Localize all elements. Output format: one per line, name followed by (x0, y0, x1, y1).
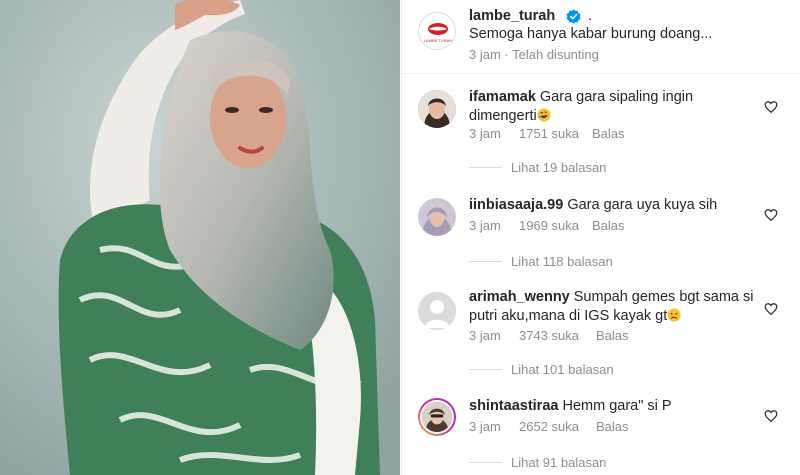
like-heart-icon[interactable] (764, 208, 778, 222)
verified-badge-icon (566, 9, 581, 24)
comment-body: shintaastiraa Hemm gara" si P (469, 397, 759, 416)
comment-item: arimah_wenny Sumpah gemes bgt sama si put… (402, 278, 800, 380)
comment-time[interactable]: 3 jam (469, 328, 501, 343)
commenter-username[interactable]: shintaastiraa (469, 398, 558, 414)
comment-body: iinbiasaaja.99 Gara gara uya kuya sih (469, 196, 759, 215)
commenter-username[interactable]: arimah_wenny (469, 289, 570, 305)
meta-separator: · (504, 47, 513, 62)
view-replies-label: Lihat 19 balasan (511, 160, 607, 175)
comment-time[interactable]: 3 jam (469, 218, 501, 233)
comment-body: ifamamak Gara gara sipaling ingin dimenge… (469, 88, 759, 126)
commenter-avatar[interactable] (418, 90, 456, 128)
reply-button[interactable]: Balas (596, 419, 629, 434)
commenter-avatar[interactable] (418, 198, 456, 236)
comment-likes[interactable]: 1969 suka (519, 218, 579, 233)
view-replies-button[interactable]: Lihat 19 balasan (469, 160, 606, 175)
comment-item: shintaastiraa Hemm gara" si P 3 jam 2652 … (402, 380, 800, 475)
comment-likes[interactable]: 2652 suka (519, 419, 579, 434)
reply-button[interactable]: Balas (592, 126, 625, 141)
caption-edited: Telah disunting (512, 47, 599, 62)
woman-in-hijab-illustration (0, 0, 400, 475)
author-username[interactable]: lambe_turah (469, 8, 555, 24)
comment-time[interactable]: 3 jam (469, 126, 501, 141)
replies-divider (469, 261, 502, 262)
reply-button[interactable]: Balas (596, 328, 629, 343)
sad-face-emoji-icon (667, 308, 681, 322)
comment-text: Gara gara uya kuya sih (567, 197, 718, 213)
replies-divider (469, 167, 502, 168)
commenter-username[interactable]: iinbiasaaja.99 (469, 197, 563, 213)
comment-item: iinbiasaaja.99 Gara gara uya kuya sih 3 j… (402, 184, 800, 278)
comment-likes[interactable]: 3743 suka (519, 328, 579, 343)
comment-text: Hemm gara" si P (562, 398, 672, 414)
comment-item: ifamamak Gara gara sipaling ingin dimenge… (402, 74, 800, 184)
profile-photo-icon (418, 90, 456, 128)
rolling-laughing-emoji-icon (537, 108, 551, 122)
post-caption: LAMBE TURAH lambe_turah . Semoga hanya k… (402, 0, 800, 74)
view-replies-button[interactable]: Lihat 101 balasan (469, 362, 614, 377)
commenter-avatar-story-ring[interactable] (418, 398, 456, 436)
author-avatar[interactable]: LAMBE TURAH (418, 12, 456, 50)
profile-photo-icon (418, 198, 456, 236)
view-replies-label: Lihat 118 balasan (511, 254, 613, 269)
lambe-turah-logo-icon: LAMBE TURAH (424, 23, 452, 43)
profile-photo-icon (420, 400, 454, 434)
comment-body: arimah_wenny Sumpah gemes bgt sama si put… (469, 288, 759, 326)
post-photo (0, 0, 400, 475)
like-heart-icon[interactable] (764, 302, 778, 316)
commenter-username[interactable]: ifamamak (469, 89, 536, 105)
caption-meta: 3 jam · Telah disunting (469, 47, 599, 62)
logo-text: LAMBE TURAH (424, 38, 452, 43)
like-heart-icon[interactable] (764, 409, 778, 423)
comment-time[interactable]: 3 jam (469, 419, 501, 434)
view-replies-button[interactable]: Lihat 91 balasan (469, 455, 606, 470)
reply-button[interactable]: Balas (592, 218, 625, 233)
view-replies-button[interactable]: Lihat 118 balasan (469, 254, 613, 269)
view-replies-label: Lihat 101 balasan (511, 362, 614, 377)
caption-time[interactable]: 3 jam (469, 47, 501, 62)
replies-divider (469, 462, 502, 463)
default-user-icon (418, 292, 456, 330)
comment-likes[interactable]: 1751 suka (519, 126, 579, 141)
replies-divider (469, 369, 502, 370)
caption-text: Semoga hanya kabar burung doang... (469, 26, 713, 42)
view-replies-label: Lihat 91 balasan (511, 455, 607, 470)
like-heart-icon[interactable] (764, 100, 778, 114)
comments-panel: LAMBE TURAH lambe_turah . Semoga hanya k… (401, 0, 800, 475)
commenter-avatar[interactable] (418, 292, 456, 330)
caption-suffix: . (588, 8, 593, 24)
